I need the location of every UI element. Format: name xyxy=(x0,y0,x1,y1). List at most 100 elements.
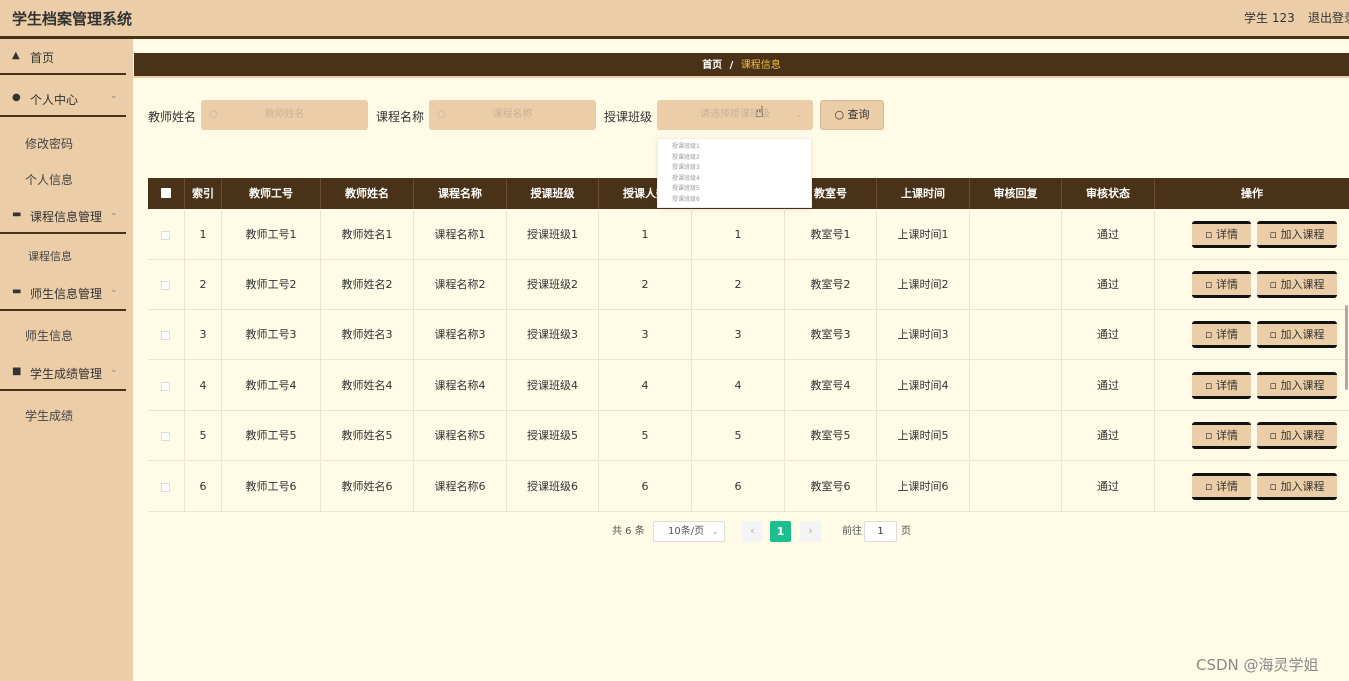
breadcrumb: 首页 / 课程信息 xyxy=(134,53,1349,78)
row-checkbox[interactable] xyxy=(161,382,170,391)
row-select-cell xyxy=(148,260,185,310)
row-checkbox[interactable] xyxy=(161,432,170,441)
add-course-button[interactable]: ▫ 加入课程 xyxy=(1257,271,1337,298)
sidebar-item-student-score[interactable]: 学生成绩 xyxy=(0,399,126,429)
cell-teacher-name: 教师姓名5 xyxy=(321,411,414,461)
sidebar-item-label: 师生信息管理 xyxy=(30,287,103,301)
dropdown-option[interactable]: 授课班级6 xyxy=(658,195,811,206)
row-select-cell xyxy=(148,210,185,260)
add-course-button[interactable]: ▫ 加入课程 xyxy=(1257,221,1337,248)
dropdown-option[interactable]: 授课班级5 xyxy=(658,184,811,195)
row-select-cell xyxy=(148,462,185,512)
document-icon: ▫ xyxy=(1205,328,1216,341)
column-header: 教师姓名 xyxy=(321,178,414,209)
dropdown-option[interactable]: 授课班级3 xyxy=(658,163,811,174)
chevron-down-icon: ⌄ xyxy=(712,527,719,536)
breadcrumb-home[interactable]: 首页 xyxy=(702,60,722,71)
prev-page-button[interactable]: ‹ xyxy=(742,521,763,542)
goto-page-input[interactable]: 1 xyxy=(864,521,897,542)
sidebar-item-change-password[interactable]: 修改密码 xyxy=(0,127,126,157)
monitor-icon: ▬ xyxy=(12,286,22,297)
cell-teacher-no: 教师工号5 xyxy=(222,411,321,461)
detail-button[interactable]: ▫ 详情 xyxy=(1192,372,1251,399)
cell-actions: ▫ 详情 ▫ 加入课程 xyxy=(1155,310,1349,360)
sidebar-item-label: 个人信息 xyxy=(25,173,74,187)
document-icon: ▫ xyxy=(1205,480,1216,493)
cell-index: 1 xyxy=(185,210,222,260)
sidebar-item-score-mgmt[interactable]: ■ 学生成绩管理 ⌄ xyxy=(0,355,126,391)
cell-time: 上课时间2 xyxy=(877,260,970,310)
detail-button[interactable]: ▫ 详情 xyxy=(1192,321,1251,348)
sidebar-item-course-info[interactable]: 课程信息 xyxy=(0,240,126,270)
dropdown-option[interactable]: 授课班级2 xyxy=(658,153,811,164)
search-icon: ○ xyxy=(209,109,218,120)
column-header: 上课时间 xyxy=(877,178,970,209)
sidebar-item-personal-info[interactable]: 个人信息 xyxy=(0,163,126,193)
cell-room: 教室号2 xyxy=(785,260,877,310)
cell-reply xyxy=(970,260,1062,310)
cell-course: 课程名称5 xyxy=(414,411,507,461)
select-all-checkbox[interactable] xyxy=(161,188,171,198)
class-select[interactable]: 请选择授课班级 ⌄ xyxy=(657,100,813,130)
sidebar-item-label: 学生成绩管理 xyxy=(30,367,103,381)
home-icon: ▲ xyxy=(12,50,20,61)
page-number-current[interactable]: 1 xyxy=(770,521,791,542)
sidebar-item-label: 课程信息管理 xyxy=(30,210,103,224)
vertical-scrollbar[interactable] xyxy=(1345,305,1348,390)
dropdown-option[interactable]: 授课班级4 xyxy=(658,174,811,185)
table-row: 3 教师工号3 教师姓名3 课程名称3 授课班级3 3 3 教室号3 上课时间3… xyxy=(148,310,1349,360)
column-header: 授课班级 xyxy=(507,178,599,209)
chevron-down-icon: ⌄ xyxy=(795,110,803,120)
row-checkbox[interactable] xyxy=(161,281,170,290)
teacher-name-placeholder: 教师姓名 xyxy=(264,109,305,120)
detail-button-label: 详情 xyxy=(1215,278,1238,291)
sidebar-item-personal-center[interactable]: ● 个人中心 ⌄ xyxy=(0,81,126,117)
cell-room: 教室号3 xyxy=(785,310,877,360)
cell-index: 4 xyxy=(185,361,222,411)
cell-teacher-no: 教师工号3 xyxy=(222,310,321,360)
detail-button[interactable]: ▫ 详情 xyxy=(1192,221,1251,248)
add-course-button[interactable]: ▫ 加入课程 xyxy=(1257,473,1337,500)
hand-cursor-icon: ☝ xyxy=(755,103,765,121)
dropdown-option[interactable]: 授课班级1 xyxy=(658,142,811,153)
sidebar-item-teacher-mgmt[interactable]: ▬ 师生信息管理 ⌄ xyxy=(0,275,126,311)
sidebar-item-course-mgmt[interactable]: ▬ 课程信息管理 ⌄ xyxy=(0,198,126,234)
cell-class: 授课班级4 xyxy=(507,361,599,411)
watermark: CSDN @海灵学姐 xyxy=(1196,656,1319,674)
chevron-down-icon: ⌄ xyxy=(110,285,118,295)
row-checkbox[interactable] xyxy=(161,483,170,492)
detail-button-label: 详情 xyxy=(1215,429,1238,442)
course-name-input[interactable]: ○ 课程名称 xyxy=(429,100,596,130)
cell-count: 6 xyxy=(599,462,692,512)
detail-button[interactable]: ▫ 详情 xyxy=(1192,422,1251,449)
page-size-value: 10条/页 xyxy=(668,526,705,537)
row-checkbox[interactable] xyxy=(161,231,170,240)
cell-course: 课程名称1 xyxy=(414,210,507,260)
teacher-name-input[interactable]: ○ 教师姓名 xyxy=(201,100,368,130)
page-size-select[interactable]: 10条/页 ⌄ xyxy=(653,521,725,542)
document-icon: ▫ xyxy=(1205,278,1216,291)
sidebar-item-label: 师生信息 xyxy=(25,329,74,343)
table-row: 1 教师工号1 教师姓名1 课程名称1 授课班级1 1 1 教室号1 上课时间1… xyxy=(148,210,1349,260)
top-bar: 学生档案管理系统 学生 123 退出登录 xyxy=(0,0,1349,39)
sidebar-item-home[interactable]: ▲ 首页 xyxy=(0,39,126,75)
add-course-button[interactable]: ▫ 加入课程 xyxy=(1257,422,1337,449)
row-select-cell xyxy=(148,361,185,411)
add-course-button[interactable]: ▫ 加入课程 xyxy=(1257,321,1337,348)
row-checkbox[interactable] xyxy=(161,331,170,340)
table-row: 4 教师工号4 教师姓名4 课程名称4 授课班级4 4 4 教室号4 上课时间4… xyxy=(148,361,1349,411)
cell-teacher-no: 教师工号2 xyxy=(222,260,321,310)
goto-label: 前往 xyxy=(842,526,862,537)
class-dropdown: 授课班级1 授课班级2 授课班级3 授课班级4 授课班级5 授课班级6 xyxy=(657,138,812,208)
cell-hours: 5 xyxy=(692,411,785,461)
query-button[interactable]: ○ 查询 xyxy=(820,100,884,130)
next-page-button[interactable]: › xyxy=(800,521,821,542)
add-course-button[interactable]: ▫ 加入课程 xyxy=(1257,372,1337,399)
detail-button[interactable]: ▫ 详情 xyxy=(1192,271,1251,298)
logout-link[interactable]: 退出登录 xyxy=(1308,9,1349,26)
cell-class: 授课班级2 xyxy=(507,260,599,310)
cell-course: 课程名称6 xyxy=(414,462,507,512)
detail-button[interactable]: ▫ 详情 xyxy=(1192,473,1251,500)
sidebar-item-teacher-info[interactable]: 师生信息 xyxy=(0,319,126,349)
chevron-down-icon: ⌄ xyxy=(110,208,118,218)
